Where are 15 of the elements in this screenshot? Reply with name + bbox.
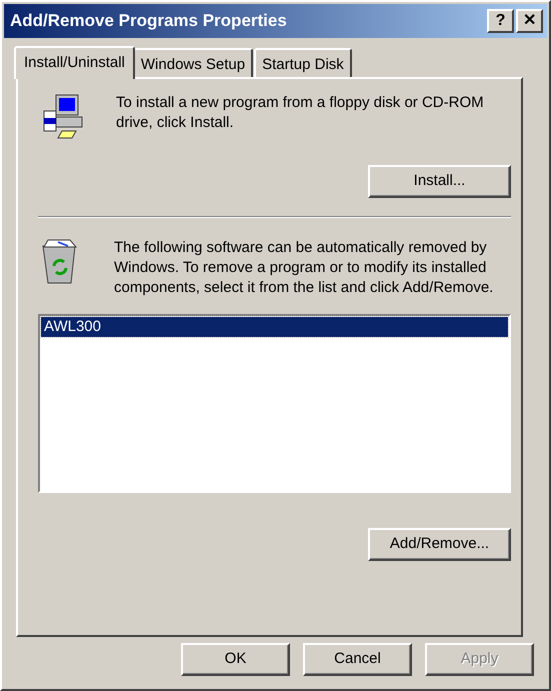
tab[interactable]: Install/Uninstall <box>14 46 135 79</box>
tab[interactable]: Windows Setup <box>132 48 254 77</box>
list-item[interactable]: AWL300 <box>41 317 508 337</box>
cancel-button[interactable]: Cancel <box>303 643 412 676</box>
window-title: Add/Remove Programs Properties <box>10 10 288 32</box>
remove-instructions: The following software can be automatically removed by Windows. To remove a program or to modify its installed components, select it from the list and click Add/Remove. <box>114 238 494 298</box>
tab[interactable]: Startup Disk <box>254 48 352 77</box>
install-button[interactable]: Install... <box>368 165 511 198</box>
ok-button[interactable]: OK <box>181 643 290 676</box>
close-button[interactable]: ✕ <box>516 9 543 33</box>
install-instructions: To install a new program from a floppy disk or CD-ROM drive, click Install. <box>116 93 485 133</box>
help-button[interactable]: ? <box>487 9 514 33</box>
recycle-bin-icon <box>40 238 80 286</box>
add-remove-button[interactable]: Add/Remove... <box>368 528 511 561</box>
program-list[interactable]: AWL300 <box>38 314 511 493</box>
